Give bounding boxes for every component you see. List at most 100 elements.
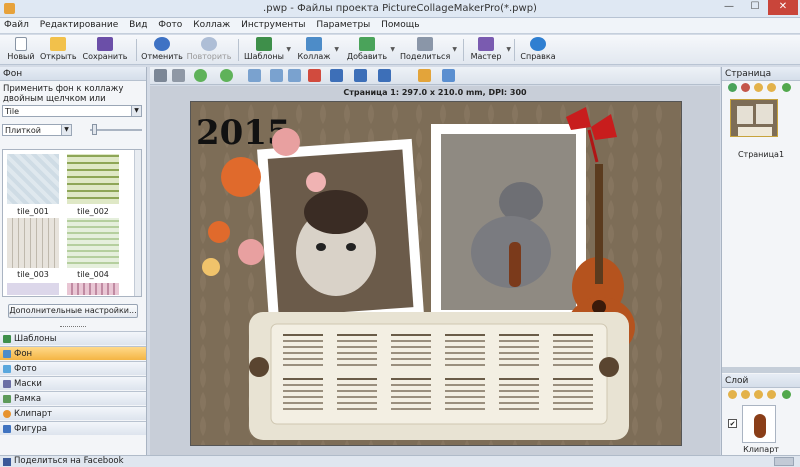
refresh-icon[interactable] (782, 83, 791, 92)
move-layer-icon[interactable] (754, 390, 763, 399)
chevron-down-icon[interactable]: ▼ (452, 46, 457, 53)
menu-tools[interactable]: Инструменты (237, 18, 309, 30)
crop-icon[interactable] (172, 69, 185, 82)
add-button[interactable]: Добавить ▼ (346, 36, 395, 64)
dog-photo-frame[interactable] (257, 138, 425, 328)
share-button[interactable]: Поделиться ▼ (400, 36, 457, 64)
save-button[interactable]: Сохранить (82, 36, 128, 64)
tile-label: tile_001 (17, 207, 49, 216)
chevron-down-icon[interactable]: ▼ (286, 46, 291, 53)
tile-thumbnail[interactable] (67, 283, 119, 295)
delete-page-icon[interactable] (741, 83, 750, 92)
tile-thumbnail[interactable] (7, 283, 59, 295)
gallery-scrollbar[interactable] (134, 150, 141, 296)
refresh-icon[interactable] (782, 390, 791, 399)
menu-collage[interactable]: Коллаж (189, 18, 234, 30)
canvas-area: Страница 1: 297.0 x 210.0 mm, DPI: 300 2… (150, 86, 720, 455)
category-select[interactable]: Tile ▼ (2, 105, 142, 117)
slider-handle[interactable] (92, 124, 97, 135)
collage-page[interactable]: 2015 (190, 101, 682, 446)
send-back-icon[interactable] (270, 69, 283, 82)
arrow-down-icon[interactable] (220, 69, 233, 82)
menu-help[interactable]: Помощь (377, 18, 423, 30)
section-photo[interactable]: Фото (0, 361, 146, 375)
chevron-down-icon[interactable]: ▼ (506, 46, 511, 53)
section-label: Маски (14, 379, 42, 389)
menu-file[interactable]: Файл (0, 18, 33, 30)
layer-thumbnail[interactable] (742, 405, 776, 443)
distribute-icon[interactable] (378, 69, 391, 82)
page-info: Страница 1: 297.0 x 210.0 mm, DPI: 300 (343, 88, 527, 97)
fit-page-icon[interactable] (418, 69, 431, 82)
open-button[interactable]: Открыть (40, 36, 77, 64)
menu-settings[interactable]: Параметры (312, 18, 374, 30)
main-toolbar: Новый Открыть Сохранить Отменить Повтори… (0, 35, 800, 65)
section-background[interactable]: Фон (0, 346, 146, 360)
align-center-icon[interactable] (330, 69, 343, 82)
cat-photo-frame[interactable] (431, 124, 586, 320)
undo-button[interactable]: Отменить (140, 36, 184, 64)
collage-button[interactable]: Коллаж ▼ (296, 36, 339, 64)
splitter-grip[interactable] (60, 326, 86, 328)
chevron-down-icon[interactable]: ▼ (131, 106, 141, 116)
toolbar-separator (514, 39, 515, 61)
menu-edit[interactable]: Редактирование (36, 18, 123, 30)
layer-order-icon[interactable] (288, 69, 301, 82)
tile-thumbnail[interactable] (67, 218, 119, 268)
delete-icon[interactable] (308, 69, 321, 82)
help-button[interactable]: Справка (518, 36, 558, 64)
user-icon[interactable] (154, 69, 167, 82)
section-shape[interactable]: Фигура (0, 421, 146, 435)
menu-bar: Файл Редактирование Вид Фото Коллаж Инст… (0, 18, 800, 34)
undo-label: Отменить (141, 52, 183, 61)
mask-icon (3, 380, 11, 388)
layer-visible-checkbox[interactable]: ✔ (728, 419, 737, 428)
add-page-icon[interactable] (728, 83, 737, 92)
maximize-button[interactable]: ☐ (742, 0, 768, 15)
align-middle-icon[interactable] (354, 69, 367, 82)
move-layer-icon[interactable] (728, 390, 737, 399)
move-layer-icon[interactable] (741, 390, 750, 399)
menu-photo[interactable]: Фото (154, 18, 186, 30)
tile-thumbnail[interactable] (7, 154, 59, 204)
toolbar-separator (136, 39, 137, 61)
calendar-card[interactable] (249, 312, 629, 440)
new-document-icon (15, 37, 27, 51)
right-panel: Страница Страница1 Слой ✔ Клипарт (721, 67, 800, 455)
move-page-icon[interactable] (767, 83, 776, 92)
save-label: Сохранить (82, 52, 128, 61)
templates-button[interactable]: Шаблоны ▼ (244, 36, 291, 64)
move-layer-icon[interactable] (767, 390, 776, 399)
new-button[interactable]: Новый (6, 36, 36, 64)
fill-mode-value: Плиткой (5, 126, 41, 135)
minimize-button[interactable]: — (716, 0, 742, 15)
move-page-icon[interactable] (754, 83, 763, 92)
chevron-down-icon[interactable]: ▼ (390, 46, 395, 53)
zoom-icon[interactable] (442, 69, 455, 82)
thumbnail-photo (737, 106, 753, 124)
chevron-down-icon[interactable]: ▼ (334, 46, 339, 53)
chevron-down-icon[interactable]: ▼ (61, 125, 71, 135)
opacity-slider[interactable] (90, 124, 142, 135)
resize-grip-icon[interactable] (774, 457, 794, 466)
section-clipart[interactable]: Клипарт (0, 406, 146, 420)
menu-view[interactable]: Вид (125, 18, 151, 30)
bring-front-icon[interactable] (248, 69, 261, 82)
section-frame[interactable]: Рамка (0, 391, 146, 405)
add-label: Добавить (346, 52, 388, 61)
wizard-button[interactable]: Мастер ▼ (468, 36, 511, 64)
tile-thumbnail[interactable] (7, 218, 59, 268)
share-facebook-link[interactable]: Поделиться на Facebook (14, 456, 124, 466)
page-thumbnail[interactable] (730, 99, 778, 137)
section-masks[interactable]: Маски (0, 376, 146, 390)
section-templates[interactable]: Шаблоны (0, 331, 146, 345)
section-label: Фон (14, 349, 33, 359)
close-button[interactable]: ✕ (768, 0, 798, 15)
tile-label: tile_002 (77, 207, 109, 216)
tile-thumbnail[interactable] (67, 154, 119, 204)
facebook-icon[interactable] (3, 458, 11, 466)
redo-button[interactable]: Повторить (186, 36, 232, 64)
arrow-up-icon[interactable] (194, 69, 207, 82)
fill-mode-select[interactable]: Плиткой ▼ (2, 124, 72, 136)
more-settings-button[interactable]: Дополнительные настройки... (8, 304, 138, 318)
